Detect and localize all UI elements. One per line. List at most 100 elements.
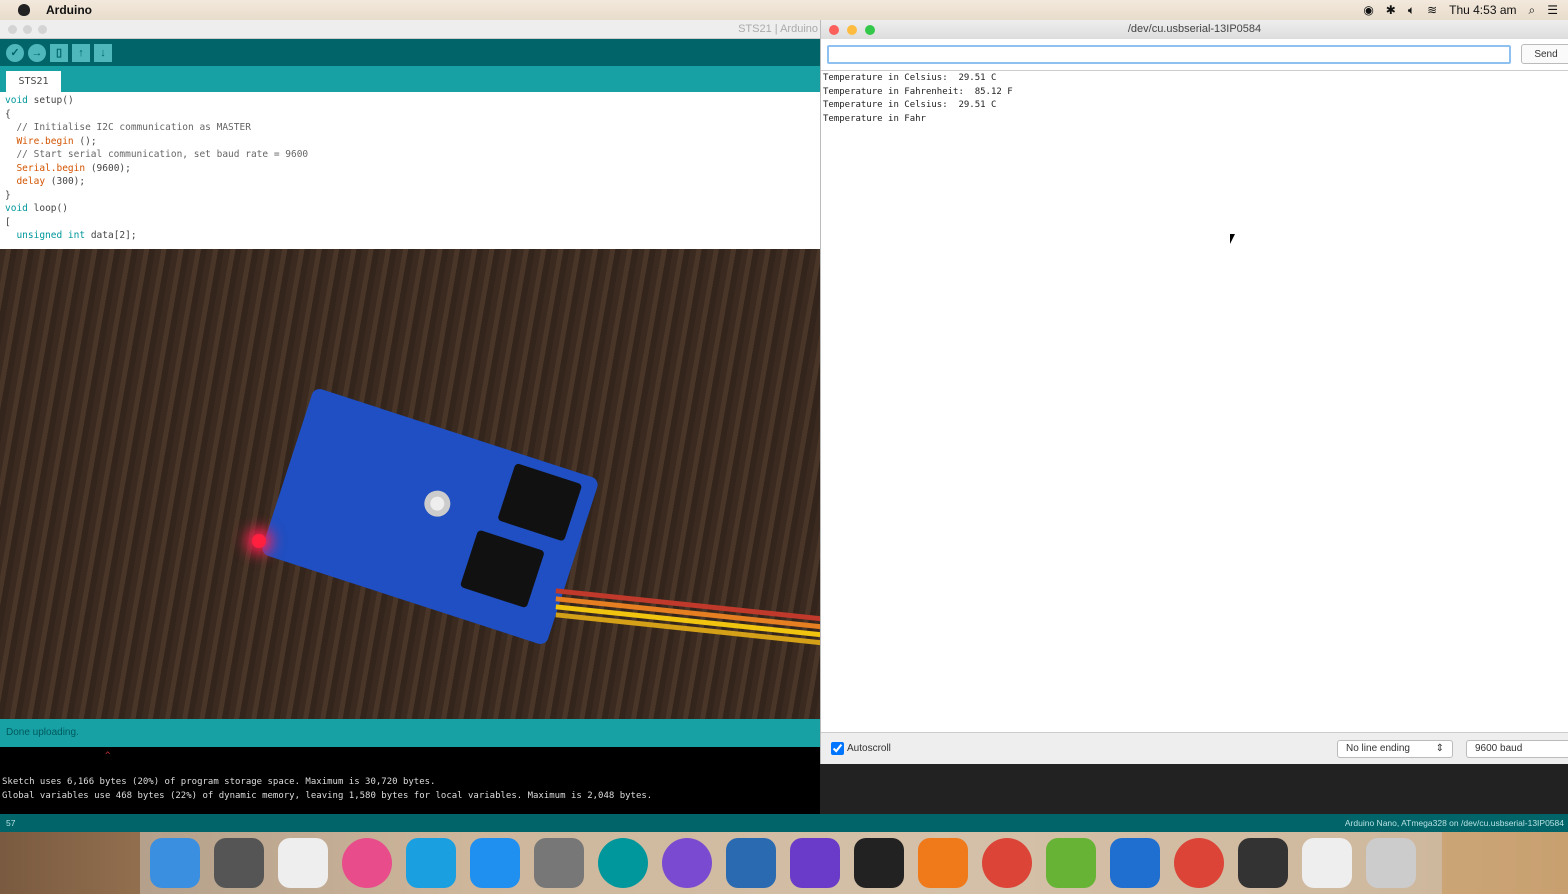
ide-title-bar: STS21 | Arduino — [0, 20, 820, 39]
code-line: // Start serial communication, set baud … — [5, 148, 815, 162]
code-token: Serial.begin — [5, 162, 86, 174]
record-icon[interactable]: ◉ — [1363, 3, 1373, 17]
quicktime-icon[interactable] — [726, 838, 776, 888]
window-title: STS21 | Arduino — [738, 23, 818, 35]
dock — [140, 832, 1442, 894]
code-token: (300); — [50, 176, 86, 187]
itunes-icon[interactable] — [342, 838, 392, 888]
console-line: Sketch uses 6,166 bytes (20%) of program… — [2, 777, 436, 787]
code-line: [ — [5, 216, 815, 230]
code-line: Wire.begin (); — [5, 135, 815, 149]
system-preferences-icon[interactable] — [534, 838, 584, 888]
code-token: unsigned int — [5, 230, 86, 241]
mouse-cursor — [1230, 234, 1235, 244]
serial-send-input[interactable] — [827, 45, 1511, 64]
line-ending-value: No line ending — [1346, 743, 1410, 754]
code-token: setup() — [33, 95, 74, 106]
baud-value: 9600 baud — [1475, 743, 1523, 754]
output-line: Temperature in Celsius: 29.51 C — [823, 100, 997, 110]
minimize-button[interactable] — [847, 25, 857, 35]
arduino-icon[interactable] — [598, 838, 648, 888]
terminal-icon[interactable] — [854, 838, 904, 888]
finder-icon[interactable] — [150, 838, 200, 888]
sensor-board-image — [260, 386, 600, 647]
zoom-button[interactable] — [865, 25, 875, 35]
code-line: { — [5, 108, 815, 122]
close-button[interactable] — [829, 25, 839, 35]
volume-icon[interactable]: 🔈︎ — [1408, 3, 1415, 18]
output-line: Temperature in Fahrenheit: 85.12 F — [823, 86, 1013, 97]
search-icon[interactable]: ⌕ — [1529, 3, 1536, 18]
minimize-button[interactable] — [23, 25, 32, 34]
new-button[interactable]: ▯ — [50, 43, 68, 62]
wires-image — [555, 588, 820, 649]
save-button[interactable]: ↓ — [94, 43, 112, 62]
console-line: Global variables use 468 bytes (22%) of … — [2, 791, 653, 801]
launchpad-icon[interactable] — [214, 838, 264, 888]
imovie-icon[interactable] — [790, 838, 840, 888]
serial-title-bar: /dev/cu.usbserial-13IP0584 — [821, 20, 1568, 39]
code-token: [ — [5, 216, 11, 228]
skype-icon[interactable] — [406, 838, 456, 888]
code-line: Serial.begin (9600); — [5, 162, 815, 176]
keyboard-viewer-icon[interactable] — [1238, 838, 1288, 888]
code-token: delay — [5, 176, 46, 187]
webcam-video-overlay — [0, 249, 820, 719]
led-glow — [252, 534, 266, 548]
line-number: 57 — [6, 818, 16, 828]
code-token: // Start serial communication, set baud … — [5, 149, 309, 160]
utorrent-icon[interactable] — [1046, 838, 1096, 888]
serial-footer: Autoscroll No line ending ⇕ 9600 baud — [821, 732, 1568, 764]
code-token: // Initialise I2C communication as MASTE… — [5, 122, 251, 133]
github-icon[interactable] — [662, 838, 712, 888]
board-info: Arduino Nano, ATmega328 on /dev/cu.usbse… — [1344, 818, 1564, 828]
ide-footer: 57 Arduino Nano, ATmega328 on /dev/cu.us… — [0, 814, 1568, 832]
verify-button[interactable]: ✓ — [6, 43, 24, 62]
app-store-icon[interactable] — [470, 838, 520, 888]
open-button[interactable]: ↑ — [72, 43, 90, 62]
menu-bar: Arduino ◉ ✱ 🔈︎ ≋ Thu 4:53 am ⌕ ☰ — [0, 0, 1568, 20]
code-token: } — [5, 189, 11, 201]
tab-sketch[interactable]: STS21 — [6, 71, 61, 92]
upload-button[interactable]: → — [28, 43, 46, 62]
code-editor[interactable]: void setup(){ // Initialise I2C communic… — [0, 92, 820, 249]
code-line: } — [5, 189, 815, 203]
code-line: unsigned int data[2]; — [5, 229, 815, 243]
clock[interactable]: Thu 4:53 am — [1449, 3, 1516, 17]
autoscroll-checkbox[interactable]: Autoscroll — [831, 742, 891, 755]
vlc-icon[interactable] — [918, 838, 968, 888]
code-token: void — [5, 95, 28, 106]
apple-icon[interactable] — [18, 4, 30, 16]
code-token: { — [5, 108, 11, 120]
code-token: (9600); — [90, 162, 131, 174]
baud-rate-select[interactable]: 9600 baud — [1466, 740, 1568, 758]
code-token: (); — [79, 135, 97, 147]
wifi-icon[interactable]: ≋ — [1427, 3, 1437, 17]
send-button[interactable]: Send — [1521, 44, 1568, 64]
list-icon[interactable]: ☰ — [1547, 3, 1558, 17]
output-line: Temperature in Celsius: 29.51 C — [823, 73, 997, 83]
close-button[interactable] — [8, 25, 17, 34]
code-token: void — [5, 203, 28, 214]
preview-icon[interactable] — [1302, 838, 1352, 888]
code-line: delay (300); — [5, 175, 815, 189]
chrome-icon[interactable] — [1174, 838, 1224, 888]
app-menu[interactable]: Arduino — [46, 3, 92, 17]
serial-monitor-window: /dev/cu.usbserial-13IP0584 Send Temperat… — [820, 20, 1568, 764]
teamviewer-icon[interactable] — [1110, 838, 1160, 888]
arduino-ide-window: STS21 | Arduino ✓ → ▯ ↑ ↓ STS21 void set… — [0, 20, 820, 830]
serial-output: Temperature in Celsius: 29.51 C Temperatu… — [821, 70, 1568, 730]
autoscroll-check[interactable] — [831, 742, 844, 755]
chrome-icon[interactable] — [982, 838, 1032, 888]
line-ending-select[interactable]: No line ending ⇕ — [1337, 740, 1453, 758]
trash-icon[interactable] — [1366, 838, 1416, 888]
console-output: ^ Sketch uses 6,166 bytes (20%) of progra… — [0, 747, 820, 815]
code-token: data[2]; — [90, 230, 137, 241]
autoscroll-label: Autoscroll — [847, 743, 891, 754]
code-line: void setup() — [5, 94, 815, 108]
output-line: Temperature in Fahr — [823, 113, 926, 124]
textedit-icon[interactable] — [278, 838, 328, 888]
code-token: loop() — [33, 203, 68, 214]
zoom-button[interactable] — [38, 25, 47, 34]
bluetooth-icon[interactable]: ✱ — [1386, 3, 1396, 17]
